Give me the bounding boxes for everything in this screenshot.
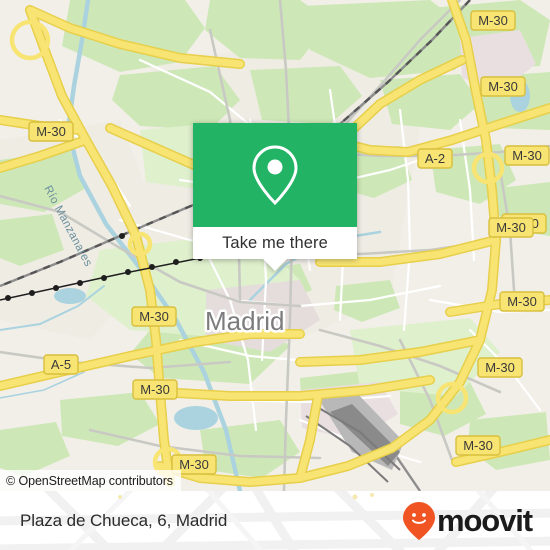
- svg-text:M-30: M-30: [512, 148, 542, 163]
- svg-text:M-30: M-30: [507, 294, 537, 309]
- svg-text:M-30: M-30: [496, 220, 526, 235]
- highway-shield: M-30: [499, 291, 545, 312]
- highway-shield: A-5: [43, 354, 79, 375]
- highway-shield: M-30: [480, 76, 526, 97]
- svg-text:A-2: A-2: [425, 151, 445, 166]
- highway-shield: M-30: [470, 10, 516, 31]
- svg-text:M-30: M-30: [485, 360, 515, 375]
- map-screenshot: Río Manzanares Madrid Madrid M-30 M-30 M-3…: [0, 0, 550, 550]
- svg-text:M-30: M-30: [478, 13, 508, 28]
- address-label: Plaza de Chueca, 6, Madrid: [20, 510, 228, 530]
- svg-text:M-30: M-30: [463, 438, 493, 453]
- highway-shield: M-30: [477, 357, 523, 378]
- callout-tail: [263, 259, 287, 271]
- highway-shield: M-30: [132, 379, 178, 400]
- moovit-logo[interactable]: moovit: [402, 501, 533, 541]
- highway-shield: M-30: [131, 306, 177, 327]
- highway-shield: M-30: [28, 121, 74, 142]
- take-me-there-label: Take me there: [222, 233, 328, 252]
- svg-text:M-30: M-30: [179, 457, 209, 472]
- osm-attribution-text: © OpenStreetMap contributors: [6, 473, 173, 488]
- moovit-wordmark: moovit: [436, 503, 533, 538]
- svg-text:M-30: M-30: [36, 124, 66, 139]
- svg-text:A-5: A-5: [51, 357, 71, 372]
- svg-text:M-30: M-30: [140, 382, 170, 397]
- location-pin-icon: [252, 145, 298, 206]
- svg-text:Madrid: Madrid: [205, 306, 284, 336]
- bottom-bar: Plaza de Chueca, 6, Madrid moovit: [0, 491, 550, 550]
- callout-cta-panel[interactable]: Take me there: [193, 227, 357, 259]
- highway-shield: M-30: [504, 145, 550, 166]
- svg-text:M-30: M-30: [139, 309, 169, 324]
- take-me-there-callout[interactable]: Take me there: [193, 123, 357, 271]
- svg-text:M-30: M-30: [488, 79, 518, 94]
- highway-shield: M-30: [488, 217, 534, 238]
- callout-icon-panel: [193, 123, 357, 227]
- osm-attribution[interactable]: © OpenStreetMap contributors: [0, 470, 181, 491]
- highway-shield: A-2: [417, 148, 453, 169]
- moovit-smiley-pin-icon: [402, 501, 435, 540]
- city-label: Madrid Madrid: [203, 304, 287, 339]
- highway-shield: M-30: [455, 435, 501, 456]
